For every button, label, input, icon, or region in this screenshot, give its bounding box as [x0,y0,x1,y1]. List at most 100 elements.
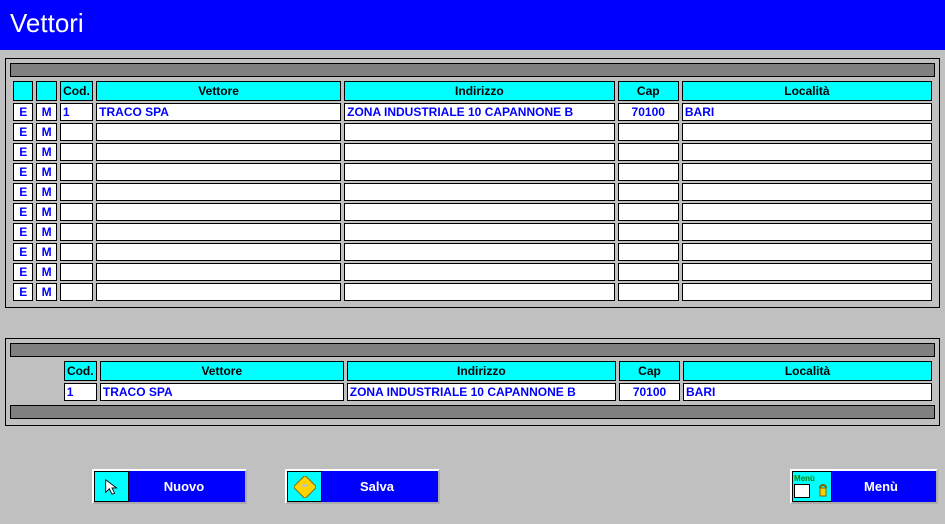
cell-cod[interactable] [60,143,93,161]
cell-localita[interactable] [682,123,932,141]
cell-cod[interactable] [60,123,93,141]
cell-cap[interactable] [618,143,679,161]
cell-localita[interactable] [682,203,932,221]
cell-cap[interactable] [618,243,679,261]
row-modify-button[interactable]: M [36,223,56,241]
cell-vettore[interactable] [96,183,341,201]
menu-button[interactable]: Menù Menù [790,469,938,504]
main-grid: Cod. Vettore Indirizzo Cap Località EM1T… [10,79,935,303]
cell-localita[interactable] [682,243,932,261]
col-header-cap: Cap [618,81,679,101]
cell-cod[interactable]: 1 [60,103,93,121]
cell-indirizzo[interactable] [344,163,615,181]
cell-indirizzo[interactable] [344,243,615,261]
cell-cod[interactable] [60,243,93,261]
detail-panel: Cod. Vettore Indirizzo Cap Località 1 TR… [5,338,940,426]
row-delete-button[interactable]: E [13,103,33,121]
cell-indirizzo[interactable]: ZONA INDUSTRIALE 10 CAPANNONE B [344,103,615,121]
row-modify-button[interactable]: M [36,103,56,121]
cell-indirizzo[interactable] [344,283,615,301]
row-delete-button[interactable]: E [13,143,33,161]
row-modify-button[interactable]: M [36,283,56,301]
cell-indirizzo[interactable] [344,143,615,161]
table-row: EM [13,203,932,221]
cell-vettore[interactable] [96,163,341,181]
cell-vettore[interactable] [96,143,341,161]
detail-col-cap: Cap [619,361,680,381]
cell-vettore[interactable] [96,283,341,301]
cell-vettore[interactable]: TRACO SPA [96,103,341,121]
cell-cod[interactable] [60,223,93,241]
cell-cap[interactable]: 70100 [618,103,679,121]
col-header-empty1 [13,81,33,101]
salva-label: Salva [326,479,438,494]
cell-cap[interactable] [618,163,679,181]
row-delete-button[interactable]: E [13,203,33,221]
cell-localita[interactable] [682,283,932,301]
cell-localita[interactable] [682,143,932,161]
col-header-localita: Località [682,81,932,101]
cell-vettore[interactable] [96,243,341,261]
cell-cap[interactable] [618,183,679,201]
cell-localita[interactable]: BARI [682,103,932,121]
row-delete-button[interactable]: E [13,183,33,201]
row-delete-button[interactable]: E [13,223,33,241]
cell-cod[interactable] [60,163,93,181]
detail-indirizzo[interactable]: ZONA INDUSTRIALE 10 CAPANNONE B [347,383,616,401]
cell-vettore[interactable] [96,203,341,221]
cell-vettore[interactable] [96,223,341,241]
cell-cap[interactable] [618,123,679,141]
table-row: EM [13,123,932,141]
row-modify-button[interactable]: M [36,143,56,161]
detail-cap[interactable]: 70100 [619,383,680,401]
cell-cap[interactable] [618,263,679,281]
cell-localita[interactable] [682,183,932,201]
nuovo-label: Nuovo [133,479,245,494]
cell-vettore[interactable] [96,263,341,281]
table-row: EM [13,143,932,161]
row-delete-button[interactable]: E [13,263,33,281]
window-title: Vettori [0,0,945,50]
cell-cod[interactable] [60,263,93,281]
disk-icon [287,471,322,502]
grid-toolbar [10,63,935,77]
row-modify-button[interactable]: M [36,263,56,281]
nuovo-button[interactable]: Nuovo [92,469,247,504]
cell-cod[interactable] [60,183,93,201]
cell-indirizzo[interactable] [344,183,615,201]
row-delete-button[interactable]: E [13,163,33,181]
detail-col-indirizzo: Indirizzo [347,361,616,381]
row-delete-button[interactable]: E [13,243,33,261]
cell-indirizzo[interactable] [344,223,615,241]
row-delete-button[interactable]: E [13,123,33,141]
row-modify-button[interactable]: M [36,163,56,181]
detail-footer-bar [10,405,935,419]
salva-button[interactable]: Salva [285,469,440,504]
cell-cap[interactable] [618,223,679,241]
cursor-icon [94,471,129,502]
row-modify-button[interactable]: M [36,183,56,201]
cell-cap[interactable] [618,203,679,221]
table-row: EM [13,223,932,241]
cell-vettore[interactable] [96,123,341,141]
row-modify-button[interactable]: M [36,203,56,221]
detail-vettore[interactable]: TRACO SPA [100,383,344,401]
cell-cap[interactable] [618,283,679,301]
cell-cod[interactable] [60,203,93,221]
col-header-indirizzo: Indirizzo [344,81,615,101]
row-modify-button[interactable]: M [36,123,56,141]
cell-localita[interactable] [682,263,932,281]
cell-indirizzo[interactable] [344,263,615,281]
cell-localita[interactable] [682,223,932,241]
table-row: EM [13,283,932,301]
menu-label: Menù [836,479,936,494]
detail-grid: Cod. Vettore Indirizzo Cap Località 1 TR… [10,359,935,403]
detail-localita[interactable]: BARI [683,383,932,401]
cell-cod[interactable] [60,283,93,301]
row-delete-button[interactable]: E [13,283,33,301]
cell-indirizzo[interactable] [344,123,615,141]
row-modify-button[interactable]: M [36,243,56,261]
detail-cod[interactable]: 1 [64,383,97,401]
cell-localita[interactable] [682,163,932,181]
cell-indirizzo[interactable] [344,203,615,221]
